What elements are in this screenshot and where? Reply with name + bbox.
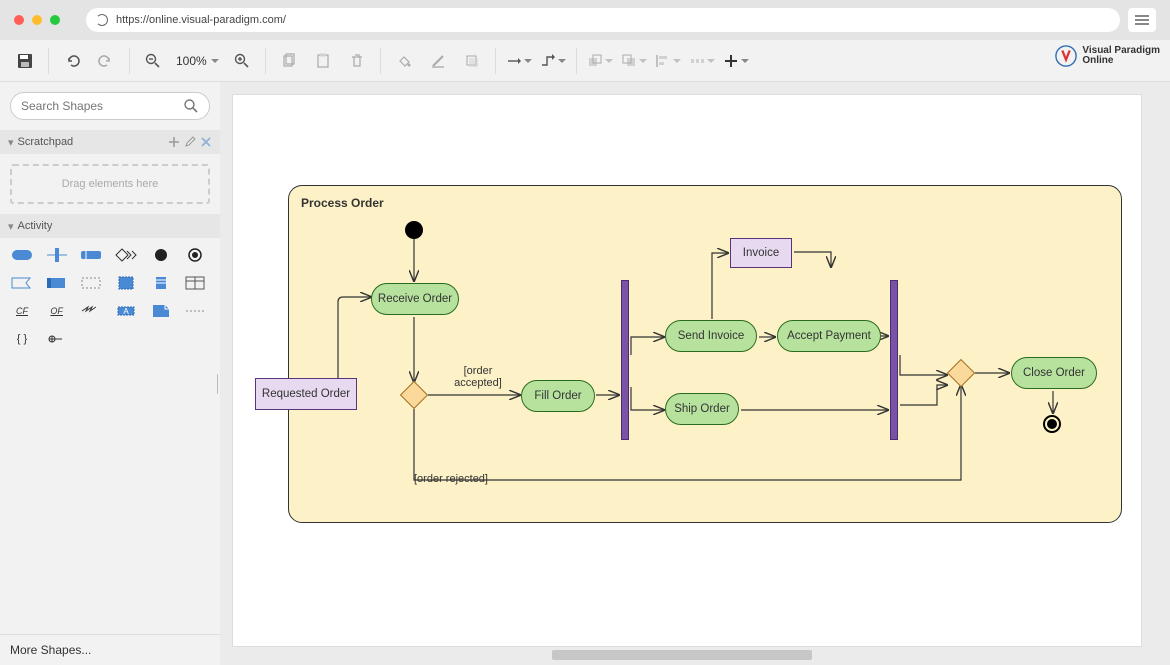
node-fill-order[interactable]: Fill Order — [521, 380, 595, 412]
window-min[interactable] — [32, 15, 42, 25]
url-text: https://online.visual-paradigm.com/ — [116, 14, 286, 26]
add-button[interactable] — [721, 46, 751, 76]
more-shapes-link[interactable]: More Shapes... — [0, 634, 220, 665]
close-icon[interactable] — [200, 136, 212, 148]
scrollbar-thumb[interactable] — [552, 650, 812, 660]
shape-expansion[interactable]: A — [114, 302, 138, 320]
frame-title: Process Order — [289, 186, 1121, 220]
undo-button[interactable] — [57, 46, 87, 76]
activity-panel-head[interactable]: ▾ Activity — [0, 214, 220, 238]
stroke-button[interactable] — [423, 46, 453, 76]
shape-pin[interactable] — [45, 330, 69, 348]
edit-icon[interactable] — [184, 136, 196, 148]
url-bar[interactable]: https://online.visual-paradigm.com/ — [86, 8, 1120, 32]
copy-button[interactable] — [274, 46, 304, 76]
brand-logo[interactable]: Visual ParadigmOnline — [1055, 45, 1160, 67]
search-shapes-input[interactable] — [10, 92, 210, 120]
initial-node[interactable] — [405, 221, 423, 239]
chevron-down-icon — [558, 59, 566, 63]
plus-icon[interactable] — [168, 136, 180, 148]
zoom-out-button[interactable] — [138, 46, 168, 76]
fork-bar[interactable] — [621, 280, 629, 440]
final-node[interactable] — [1043, 415, 1061, 433]
paste-button[interactable] — [308, 46, 338, 76]
browser-menu-button[interactable] — [1128, 8, 1156, 32]
zoom-in-button[interactable] — [227, 46, 257, 76]
chevron-down-icon — [524, 59, 532, 63]
shape-table[interactable] — [183, 274, 207, 292]
shape-initial[interactable] — [149, 246, 173, 264]
shape-partition-v[interactable] — [45, 246, 69, 264]
window-close[interactable] — [14, 15, 24, 25]
node-ship-order[interactable]: Ship Order — [665, 393, 739, 425]
distribute-button[interactable] — [687, 46, 717, 76]
shape-note[interactable] — [149, 302, 173, 320]
window-max[interactable] — [50, 15, 60, 25]
node-invoice[interactable]: Invoice — [730, 238, 792, 268]
shape-accept-event[interactable] — [10, 274, 34, 292]
waypoint-button[interactable] — [538, 46, 568, 76]
diagram-canvas[interactable]: Process Order — [232, 94, 1142, 647]
shape-subactivity[interactable] — [45, 274, 69, 292]
reload-icon[interactable] — [96, 14, 108, 26]
chevron-down-icon — [211, 59, 219, 63]
to-back-button[interactable] — [619, 46, 649, 76]
align-button[interactable] — [653, 46, 683, 76]
shape-constraint[interactable]: { } — [10, 330, 34, 348]
save-button[interactable] — [10, 46, 40, 76]
scratchpad-panel-head[interactable]: ▾ Scratchpad — [0, 130, 220, 154]
horizontal-scrollbar[interactable] — [232, 647, 1158, 663]
shape-partition-h[interactable] — [79, 246, 103, 264]
collapse-icon: ▾ — [8, 136, 14, 149]
shape-interrupt-flow[interactable] — [79, 302, 103, 320]
node-receive-order[interactable]: Receive Order — [371, 283, 459, 315]
shape-control-flow[interactable]: CF — [10, 302, 34, 320]
shadow-button[interactable] — [457, 46, 487, 76]
shape-datastore[interactable] — [149, 274, 173, 292]
delete-button[interactable] — [342, 46, 372, 76]
guard-accepted: [order accepted] — [444, 365, 512, 389]
zoom-level[interactable]: 100% — [172, 54, 223, 68]
connector-style-button[interactable] — [504, 46, 534, 76]
shape-time-event[interactable] — [114, 274, 138, 292]
scratchpad-dropzone[interactable]: Drag elements here — [10, 164, 210, 204]
node-close-order[interactable]: Close Order — [1011, 357, 1097, 389]
shape-activity[interactable] — [10, 246, 34, 264]
shape-final[interactable] — [183, 246, 207, 264]
shape-dashed-box[interactable] — [79, 274, 103, 292]
fill-button[interactable] — [389, 46, 419, 76]
activity-shape-grid: CF OF A { } — [0, 238, 220, 356]
collapse-icon: ▾ — [8, 220, 14, 233]
redo-button[interactable] — [91, 46, 121, 76]
search-icon — [183, 98, 199, 114]
shape-send-signal[interactable] — [114, 246, 138, 264]
node-accept-payment[interactable]: Accept Payment — [777, 320, 881, 352]
to-front-button[interactable] — [585, 46, 615, 76]
join-bar[interactable] — [890, 280, 898, 440]
node-send-invoice[interactable]: Send Invoice — [665, 320, 757, 352]
guard-rejected: [order rejected] — [414, 473, 488, 485]
svg-text:A: A — [123, 307, 129, 316]
shape-object-flow[interactable]: OF — [45, 302, 69, 320]
node-requested-order[interactable]: Requested Order — [255, 378, 357, 410]
sidebar: ▾ Scratchpad Drag elements here ▾ Activi… — [0, 82, 220, 665]
shape-divider[interactable] — [183, 302, 207, 320]
vertical-scrollbar[interactable] — [1154, 82, 1170, 665]
